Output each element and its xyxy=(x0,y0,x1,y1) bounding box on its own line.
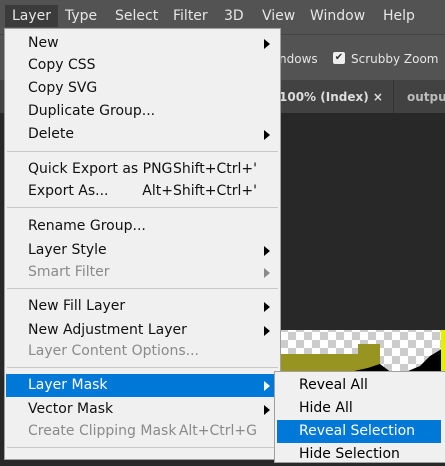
label: Duplicate Group... xyxy=(28,103,156,119)
menu-item-reveal-selection[interactable]: Reveal Selection xyxy=(277,420,441,443)
tab-output[interactable]: outpu xyxy=(407,90,445,104)
menu-item-reveal-all[interactable]: Reveal All xyxy=(276,374,444,397)
separator xyxy=(7,447,278,448)
submenu-arrow-icon xyxy=(264,130,270,140)
menu-item-new-fill-layer[interactable]: New Fill Layer xyxy=(6,295,279,318)
label: New Fill Layer xyxy=(28,298,126,314)
submenu-arrow-icon xyxy=(264,246,270,256)
label: Reveal Selection xyxy=(299,423,416,439)
label: Layer Style xyxy=(28,242,107,258)
menu-item-copy-css[interactable]: Copy CSS xyxy=(6,54,279,77)
tab-index[interactable]: 100% (Index) × xyxy=(279,90,383,104)
tab-divider xyxy=(393,80,394,113)
submenu-arrow-icon xyxy=(264,268,270,278)
close-icon[interactable]: × xyxy=(373,90,383,104)
label: Quick Export as PNG xyxy=(28,161,173,177)
label: Rename Group... xyxy=(28,218,146,234)
label: Vector Mask xyxy=(28,401,114,417)
menu-item-smart-filter: Smart Filter xyxy=(6,261,279,284)
menu-item-layer-content-options: Layer Content Options... xyxy=(6,340,279,363)
menu-item-hide-all[interactable]: Hide All xyxy=(276,397,444,420)
label: New xyxy=(28,35,59,51)
label: Copy CSS xyxy=(28,57,96,73)
menu-item-export-as[interactable]: Export As... Alt+Shift+Ctrl+' xyxy=(6,180,279,203)
separator xyxy=(7,367,278,368)
menu-layer[interactable]: Layer xyxy=(5,5,59,27)
layer-mask-submenu: Reveal All Hide All Reveal Selection Hid… xyxy=(274,371,445,463)
label: Hide All xyxy=(299,400,353,416)
menu-item-delete[interactable]: Delete xyxy=(6,123,279,146)
label: Hide Selection xyxy=(299,446,400,462)
label: New Adjustment Layer xyxy=(28,322,187,338)
menu-filter[interactable]: Filter xyxy=(173,8,208,24)
menu-3d[interactable]: 3D xyxy=(224,8,244,24)
label: Layer Content Options... xyxy=(28,343,199,359)
scrubby-zoom-label: Scrubby Zoom xyxy=(351,52,439,66)
menu-item-rename-group[interactable]: Rename Group... xyxy=(6,215,279,238)
scrubby-zoom-checkbox[interactable]: ✔ xyxy=(333,52,345,64)
menu-window[interactable]: Window xyxy=(310,8,365,24)
label: Layer Mask xyxy=(28,377,108,393)
label: Export As... xyxy=(28,183,109,199)
menu-item-new-adjustment-layer[interactable]: New Adjustment Layer xyxy=(6,319,279,342)
menu-view[interactable]: View xyxy=(262,8,295,24)
menu-select[interactable]: Select xyxy=(115,8,158,24)
menu-item-copy-svg[interactable]: Copy SVG xyxy=(6,77,279,100)
shortcut: Alt+Ctrl+G xyxy=(178,423,257,439)
menu-type[interactable]: Type xyxy=(65,8,97,24)
label: Reveal All xyxy=(299,377,368,393)
menu-help[interactable]: Help xyxy=(383,8,415,24)
menu-item-create-clipping-mask: Create Clipping Mask Alt+Ctrl+G xyxy=(6,420,279,443)
shortcut: Alt+Shift+Ctrl+' xyxy=(142,183,257,199)
tab-label: 100% (Index) xyxy=(279,90,369,104)
label: Create Clipping Mask xyxy=(28,423,177,439)
submenu-arrow-icon xyxy=(264,326,270,336)
label: Smart Filter xyxy=(28,264,110,280)
menu-item-duplicate-group[interactable]: Duplicate Group... xyxy=(6,100,279,123)
separator xyxy=(7,207,278,208)
resize-windows-label: ndows xyxy=(279,52,318,66)
layer-menu-dropdown: New Copy CSS Copy SVG Duplicate Group...… xyxy=(4,28,281,460)
menu-item-hide-selection[interactable]: Hide Selection xyxy=(276,443,444,466)
menu-item-layer-style[interactable]: Layer Style xyxy=(6,239,279,262)
shortcut: Shift+Ctrl+' xyxy=(172,161,257,177)
submenu-arrow-icon xyxy=(264,39,270,49)
label: Copy SVG xyxy=(28,80,98,96)
menu-item-layer-mask[interactable]: Layer Mask xyxy=(6,374,279,397)
submenu-arrow-icon xyxy=(264,405,270,415)
submenu-arrow-icon xyxy=(264,302,270,312)
menu-item-vector-mask[interactable]: Vector Mask xyxy=(6,398,279,421)
label: Delete xyxy=(28,126,74,142)
separator xyxy=(7,151,278,152)
submenu-arrow-icon xyxy=(264,381,270,391)
separator xyxy=(7,288,278,289)
menu-item-quick-export[interactable]: Quick Export as PNG Shift+Ctrl+' xyxy=(6,158,279,181)
menu-item-new[interactable]: New xyxy=(6,32,279,55)
